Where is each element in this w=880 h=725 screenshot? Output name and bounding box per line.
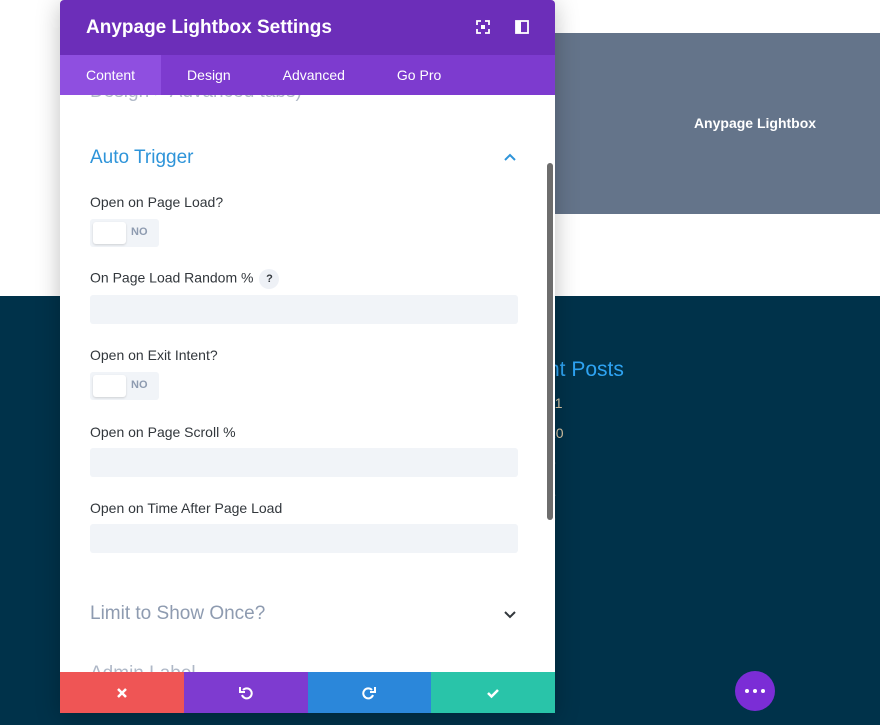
undo-icon [238, 686, 253, 699]
chevron-up-icon[interactable] [502, 150, 518, 166]
page-scroll-input[interactable] [90, 448, 518, 477]
time-after-load-input[interactable] [90, 524, 518, 553]
cut-off-text: Design > Advanced tabs) [90, 95, 302, 103]
auto-trigger-section-header[interactable]: Auto Trigger [90, 147, 518, 169]
more-options-button[interactable] [735, 671, 775, 711]
settings-modal: Anypage Lightbox Settings Content Design… [60, 0, 555, 713]
split-view-icon[interactable] [515, 20, 529, 34]
tab-go-pro[interactable]: Go Pro [371, 55, 467, 95]
cancel-button[interactable] [60, 672, 184, 713]
redo-button[interactable] [307, 672, 432, 713]
random-percent-input[interactable] [90, 295, 518, 324]
random-percent-label: On Page Load Random %? [90, 269, 280, 289]
modal-tabs: Content Design Advanced Go Pro [60, 55, 555, 95]
expand-icon[interactable] [476, 20, 490, 34]
save-button[interactable] [431, 672, 555, 713]
settings-content: Design > Advanced tabs) Auto Trigger Ope… [60, 95, 555, 672]
dot-icon [761, 689, 765, 693]
modal-footer [60, 672, 555, 713]
exit-intent-label: Open on Exit Intent? [90, 347, 218, 363]
random-percent-label-text: On Page Load Random % [90, 269, 254, 286]
toggle-knob [93, 375, 126, 397]
tab-advanced[interactable]: Advanced [257, 55, 371, 95]
dot-icon [753, 689, 757, 693]
lightbox-preview-label: Anypage Lightbox [693, 115, 817, 131]
modal-header: Anypage Lightbox Settings [60, 0, 555, 55]
cut-off-section-title: Admin Label [90, 663, 196, 672]
tab-content[interactable]: Content [60, 55, 162, 95]
dot-icon [745, 689, 749, 693]
page-scroll-label: Open on Page Scroll % [90, 424, 236, 440]
redo-icon [362, 686, 377, 699]
chevron-down-icon[interactable] [502, 606, 518, 622]
toggle-state: NO [131, 379, 148, 391]
limit-title: Limit to Show Once? [90, 603, 266, 624]
limit-section-header[interactable]: Limit to Show Once? [90, 603, 518, 625]
recent-posts-title: nt Posts [548, 358, 624, 381]
exit-intent-toggle[interactable]: NO [90, 372, 159, 400]
undo-button[interactable] [183, 672, 308, 713]
scrollbar[interactable] [547, 163, 553, 520]
help-icon[interactable]: ? [259, 269, 280, 289]
tab-design[interactable]: Design [161, 55, 257, 95]
time-after-load-label: Open on Time After Page Load [90, 500, 283, 516]
toggle-knob [93, 222, 126, 244]
modal-title: Anypage Lightbox Settings [86, 16, 332, 38]
page-load-toggle[interactable]: NO [90, 219, 159, 247]
toggle-state: NO [131, 226, 148, 238]
auto-trigger-title: Auto Trigger [90, 147, 194, 168]
checkmark-icon [487, 688, 500, 698]
close-icon [116, 687, 127, 698]
page-load-label: Open on Page Load? [90, 194, 224, 210]
